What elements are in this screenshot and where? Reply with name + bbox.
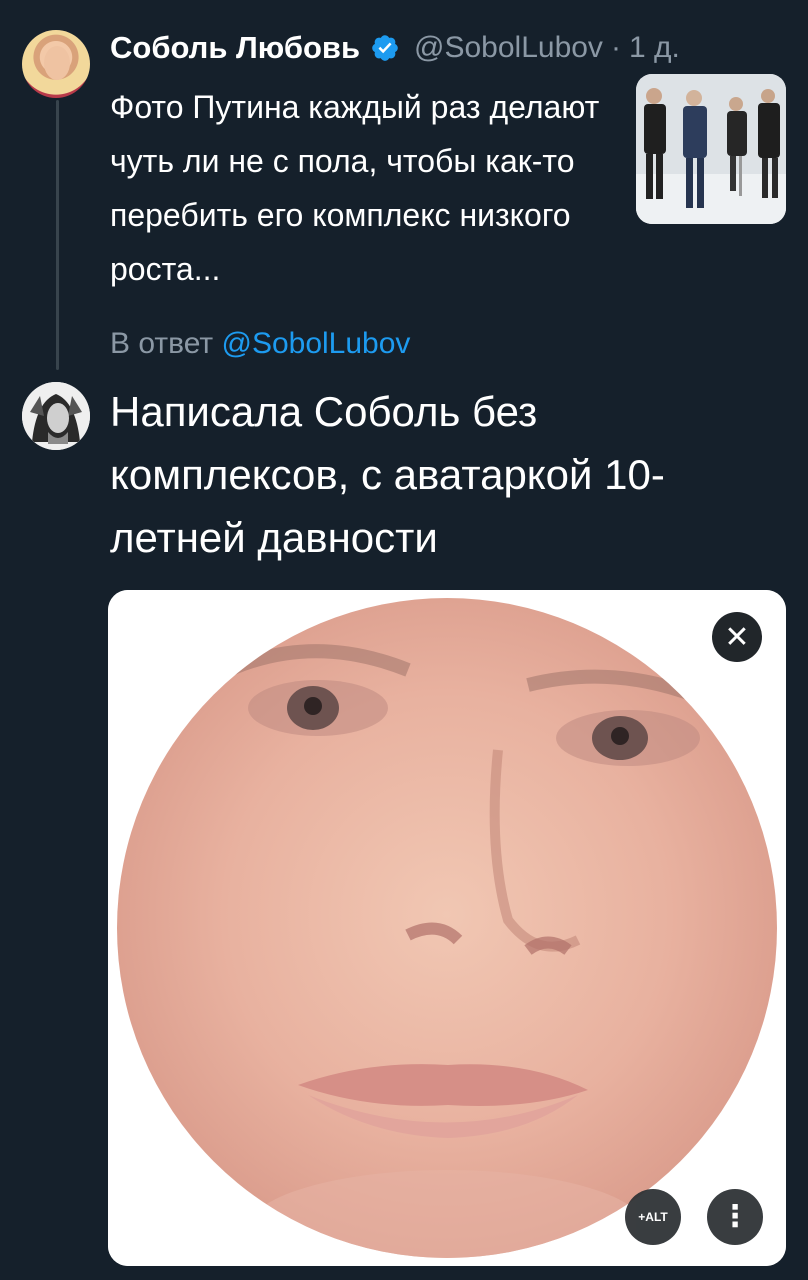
reply-tweet-text: Написала Соболь без комплексов, с аватар… [110, 388, 665, 561]
tweet1-text: Фото Путина каждый раз делают чуть ли не… [110, 89, 600, 287]
face-photo [108, 590, 786, 1266]
more-options-icon[interactable]: ⋮ [707, 1189, 763, 1245]
tweet1-header: Соболь Любовь @SobolLubov · 1 д. [110, 28, 680, 68]
thread-connector-line [56, 100, 59, 370]
separator-dot: · [610, 31, 621, 64]
attached-image[interactable] [108, 590, 786, 1266]
author-name[interactable]: Соболь Любовь [110, 30, 360, 66]
avatar-replier[interactable] [22, 382, 90, 450]
reply-context: В ответ @SobolLubov [110, 327, 410, 361]
avatar-sobol[interactable] [22, 30, 90, 98]
reply-to-handle-link[interactable]: @SobolLubov [221, 327, 410, 360]
reply-prefix: В ответ [110, 327, 214, 360]
avatar-drawing [22, 382, 90, 450]
author-handle[interactable]: @SobolLubov [414, 31, 603, 65]
tweet-timestamp[interactable]: 1 д. [629, 31, 680, 65]
tweet1-photo-thumbnail[interactable] [636, 74, 786, 224]
close-icon[interactable]: ✕ [712, 612, 762, 662]
verified-badge-icon [370, 33, 400, 63]
avatar-face [44, 46, 70, 80]
photo-scene [636, 74, 786, 224]
alt-text-icon[interactable]: +ALT [625, 1189, 681, 1245]
